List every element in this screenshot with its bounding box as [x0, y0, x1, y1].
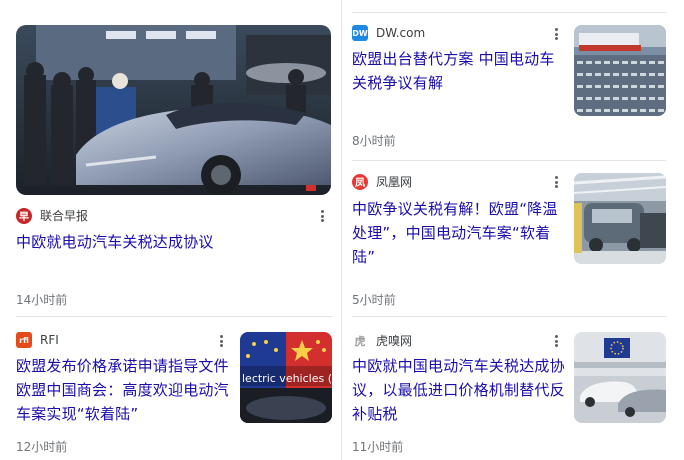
article-title[interactable]: 欧盟出台替代方案 中国电动车关税争议有解 — [352, 47, 567, 95]
article-title[interactable]: 中欧就电动汽车关税达成协议 — [16, 230, 326, 254]
factory-thumbnail[interactable] — [574, 173, 666, 264]
more-options-icon[interactable] — [315, 208, 329, 224]
eu-china-flags-illustration: lectric vehicles (E — [240, 332, 332, 423]
source-row: DW DW.com — [352, 25, 425, 41]
article-title[interactable]: 中欧就中国电动汽车关税达成协议，以最低进口价格机制替代反补贴税 — [352, 354, 567, 426]
ev-showroom-illustration — [574, 332, 666, 423]
rfi-logo-icon: rfi — [16, 332, 32, 348]
article-title[interactable]: 中欧争议关税有解！欧盟“降温处理”，中国电动汽车案“软着陆” — [352, 197, 567, 269]
source-row: rfi RFI — [16, 332, 59, 348]
thumbnail-caption: lectric vehicles (E — [242, 372, 332, 385]
car-show-image[interactable] — [16, 25, 331, 195]
news-card-2[interactable]: DW DW.com 欧盟出台替代方案 中国电动车关税争议有解 8小时前 — [342, 12, 684, 160]
article-title[interactable]: 欧盟发布价格承诺申请指导文件 欧盟中国商会：高度欢迎电动汽车案实现“软着陆” — [16, 354, 236, 426]
zaobao-logo-icon: 早 — [16, 207, 32, 224]
source-name: 凤凰网 — [376, 175, 413, 189]
factory-illustration — [574, 173, 666, 264]
more-options-icon[interactable] — [214, 333, 228, 349]
source-row: 早 联合早报 — [16, 207, 88, 224]
news-card-1[interactable]: 早 联合早报 中欧就电动汽车关税达成协议 14小时前 — [0, 0, 341, 316]
source-row: 凤 凤凰网 — [352, 173, 412, 190]
car-port-thumbnail[interactable] — [574, 25, 666, 116]
source-row: 虎 虎嗅网 — [352, 332, 412, 349]
car-port-illustration — [574, 25, 666, 116]
timestamp: 14小时前 — [16, 293, 68, 307]
flags-thumbnail[interactable]: lectric vehicles (E — [240, 332, 332, 423]
timestamp: 11小时前 — [352, 440, 404, 454]
timestamp: 8小时前 — [352, 134, 396, 148]
more-options-icon[interactable] — [549, 26, 563, 42]
source-name: RFI — [40, 333, 59, 347]
more-options-icon[interactable] — [549, 174, 563, 190]
source-name: DW.com — [376, 26, 426, 40]
dw-logo-icon: DW — [352, 25, 368, 41]
huxiu-logo-icon: 虎 — [352, 332, 368, 349]
timestamp: 5小时前 — [352, 293, 396, 307]
ev-showroom-thumbnail[interactable] — [574, 332, 666, 423]
ifeng-logo-icon: 凤 — [352, 173, 368, 190]
source-name: 联合早报 — [40, 209, 89, 223]
more-options-icon[interactable] — [549, 333, 563, 349]
source-name: 虎嗅网 — [376, 334, 413, 348]
news-card-3[interactable]: 凤 凤凰网 中欧争议关税有解！欧盟“降温处理”，中国电动汽车案“软着陆” 5小时… — [342, 160, 684, 316]
news-card-5[interactable]: 虎 虎嗅网 中欧就中国电动汽车关税达成协议，以最低进口价格机制替代反补贴税 11… — [342, 316, 684, 460]
news-card-4[interactable]: rfi RFI 欧盟发布价格承诺申请指导文件 欧盟中国商会：高度欢迎电动汽车案实… — [0, 316, 341, 460]
car-show-illustration — [16, 25, 331, 195]
timestamp: 12小时前 — [16, 440, 68, 454]
